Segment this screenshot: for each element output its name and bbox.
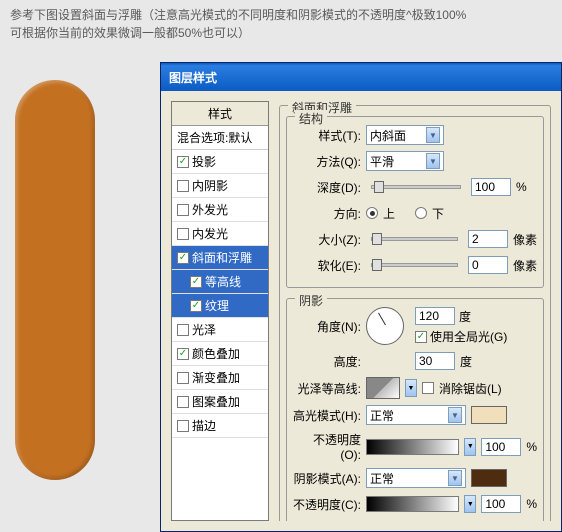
chevron-down-icon: ▼ <box>448 407 462 423</box>
style-checkbox[interactable]: ✓ <box>190 276 202 288</box>
style-item-label: 投影 <box>192 153 216 170</box>
style-item[interactable]: 光泽 <box>172 318 268 342</box>
chevron-down-icon[interactable]: ▼ <box>464 495 476 513</box>
style-item-label: 纹理 <box>205 297 229 314</box>
style-item[interactable]: 描边 <box>172 414 268 438</box>
blend-options[interactable]: 混合选项:默认 <box>172 126 268 150</box>
highlight-mode-label: 高光模式(H): <box>293 407 361 424</box>
chevron-down-icon[interactable]: ▼ <box>405 379 417 397</box>
style-item-label: 颜色叠加 <box>192 345 240 362</box>
style-checkbox[interactable]: ✓ <box>177 156 189 168</box>
style-item-label: 渐变叠加 <box>192 369 240 386</box>
style-item-label: 光泽 <box>192 321 216 338</box>
size-label: 大小(Z): <box>293 231 361 248</box>
style-item[interactable]: 渐变叠加 <box>172 366 268 390</box>
altitude-input[interactable]: 30 <box>415 352 455 370</box>
technique-select[interactable]: 平滑▼ <box>366 151 444 171</box>
angle-wheel[interactable] <box>366 307 404 345</box>
shadow-mode-select[interactable]: 正常▼ <box>366 468 466 488</box>
highlight-opacity-input[interactable]: 100 <box>481 438 521 456</box>
style-checkbox[interactable] <box>177 204 189 216</box>
style-item-label: 内发光 <box>192 225 228 242</box>
layer-style-dialog: 图层样式 样式 混合选项:默认 ✓投影内阴影外发光内发光✓斜面和浮雕✓等高线✓纹… <box>160 62 562 532</box>
depth-slider[interactable] <box>371 185 461 189</box>
shadow-opacity-slider[interactable] <box>366 496 459 512</box>
style-label: 样式(T): <box>293 127 361 144</box>
chevron-down-icon: ▼ <box>426 127 440 143</box>
shadow-mode-label: 阴影模式(A): <box>293 470 361 487</box>
style-checkbox[interactable] <box>177 180 189 192</box>
style-item-label: 内阴影 <box>192 177 228 194</box>
direction-label: 方向: <box>293 205 361 222</box>
style-checkbox[interactable] <box>177 228 189 240</box>
gloss-label: 光泽等高线: <box>293 380 361 397</box>
style-checkbox[interactable] <box>177 372 189 384</box>
shadow-color[interactable] <box>471 469 507 487</box>
style-item[interactable]: 内阴影 <box>172 174 268 198</box>
preview-shape <box>15 80 95 480</box>
style-checkbox[interactable] <box>177 324 189 336</box>
soften-label: 软化(E): <box>293 257 361 274</box>
style-item-label: 等高线 <box>205 273 241 290</box>
style-item-label: 描边 <box>192 417 216 434</box>
chevron-down-icon: ▼ <box>448 470 462 486</box>
style-item[interactable]: ✓斜面和浮雕 <box>172 246 268 270</box>
style-item[interactable]: 外发光 <box>172 198 268 222</box>
angle-label: 角度(N): <box>293 318 361 335</box>
dialog-titlebar[interactable]: 图层样式 <box>161 63 561 91</box>
depth-input[interactable]: 100 <box>471 178 511 196</box>
chevron-down-icon[interactable]: ▼ <box>464 438 476 456</box>
chevron-down-icon: ▼ <box>426 153 440 169</box>
shadow-opacity-input[interactable]: 100 <box>481 495 521 513</box>
depth-label: 深度(D): <box>293 179 361 196</box>
highlight-opacity-slider[interactable] <box>366 439 459 455</box>
dir-down-radio[interactable] <box>415 207 427 219</box>
highlight-color[interactable] <box>471 406 507 424</box>
style-item-label: 外发光 <box>192 201 228 218</box>
altitude-label: 高度: <box>293 353 361 370</box>
highlight-opacity-label: 不透明度(O): <box>293 431 361 462</box>
styles-list: 样式 混合选项:默认 ✓投影内阴影外发光内发光✓斜面和浮雕✓等高线✓纹理光泽✓颜… <box>171 101 269 521</box>
style-item[interactable]: 内发光 <box>172 222 268 246</box>
soften-slider[interactable] <box>371 263 458 267</box>
size-input[interactable]: 2 <box>468 230 508 248</box>
style-item-label: 斜面和浮雕 <box>192 249 252 266</box>
style-item[interactable]: ✓纹理 <box>172 294 268 318</box>
styles-header[interactable]: 样式 <box>172 102 268 126</box>
style-item-label: 图案叠加 <box>192 393 240 410</box>
style-item[interactable]: ✓等高线 <box>172 270 268 294</box>
style-item[interactable]: ✓投影 <box>172 150 268 174</box>
style-item[interactable]: ✓颜色叠加 <box>172 342 268 366</box>
style-item[interactable]: 图案叠加 <box>172 390 268 414</box>
highlight-mode-select[interactable]: 正常▼ <box>366 405 466 425</box>
soften-input[interactable]: 0 <box>468 256 508 274</box>
antialias-checkbox[interactable] <box>422 382 434 394</box>
style-select[interactable]: 内斜面▼ <box>366 125 444 145</box>
instruction-text: 参考下图设置斜面与浮雕（注意高光模式的不同明度和阴影模式的不透明度^极致100%… <box>0 0 562 48</box>
shadow-opacity-label: 不透明度(C): <box>293 496 361 513</box>
bevel-groupbox: 斜面和浮雕 结构 样式(T): 内斜面▼ 方法(Q): 平滑▼ <box>279 105 551 521</box>
style-checkbox[interactable] <box>177 396 189 408</box>
gloss-contour[interactable] <box>366 377 400 399</box>
dir-up-radio[interactable] <box>366 207 378 219</box>
style-checkbox[interactable]: ✓ <box>190 300 202 312</box>
global-light-checkbox[interactable]: ✓ <box>415 331 427 343</box>
style-checkbox[interactable]: ✓ <box>177 348 189 360</box>
technique-label: 方法(Q): <box>293 153 361 170</box>
structure-title: 结构 <box>295 110 327 127</box>
style-checkbox[interactable] <box>177 420 189 432</box>
style-checkbox[interactable]: ✓ <box>177 252 189 264</box>
size-slider[interactable] <box>371 237 458 241</box>
angle-input[interactable]: 120 <box>415 307 455 325</box>
shading-title: 阴影 <box>295 292 327 309</box>
